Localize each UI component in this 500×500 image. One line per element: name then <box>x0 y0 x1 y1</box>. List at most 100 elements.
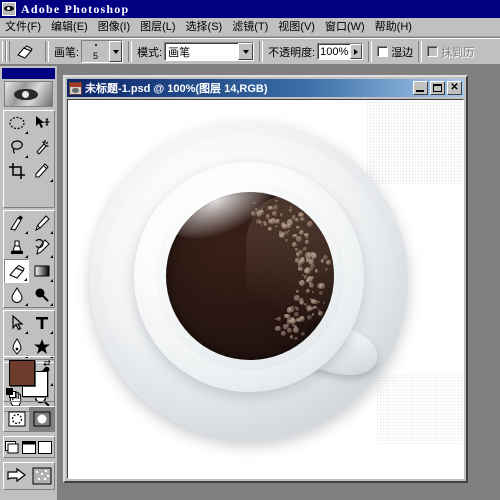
standard-screen-mode-button[interactable] <box>4 437 21 457</box>
move-tool[interactable] <box>29 111 54 135</box>
paintbrush-icon <box>33 214 51 232</box>
application-title: Adobe Photoshop <box>21 2 129 17</box>
opacity-label: 不透明度: <box>268 44 315 60</box>
eye-graphic <box>14 89 38 100</box>
healing-brush-tool[interactable] <box>4 211 29 235</box>
gradient-icon <box>33 262 51 280</box>
menu-item-edit[interactable]: 编辑(E) <box>46 19 93 36</box>
quick-mask-icon <box>33 411 51 427</box>
photoshop-eye-icon[interactable] <box>2 2 16 16</box>
brush-tip-dot <box>95 44 97 46</box>
quick-mask-mode-button[interactable] <box>29 407 54 431</box>
imageready-preview-button[interactable] <box>29 463 54 489</box>
opacity-input[interactable]: 100% <box>317 43 363 60</box>
coffee-cup-top-view <box>68 100 463 478</box>
standard-mode-button[interactable] <box>4 407 29 431</box>
crop-tool[interactable] <box>4 159 29 183</box>
dodge-tool[interactable] <box>29 283 54 307</box>
full-screen-mode-button[interactable] <box>37 437 54 457</box>
toolbox-group-painting <box>3 210 55 308</box>
eraser-icon[interactable] <box>12 41 38 63</box>
waterdrop-icon <box>8 286 26 304</box>
move-arrow-icon <box>33 114 51 132</box>
mode-dropdown-button[interactable] <box>238 43 253 60</box>
options-separator-2 <box>128 41 132 62</box>
tool-more-corner <box>50 255 53 258</box>
toolbox-title-bar[interactable] <box>2 68 55 79</box>
tool-more-corner <box>24 278 27 281</box>
application-title-bar: Adobe Photoshop <box>0 0 500 18</box>
menu-item-view[interactable]: 视图(V) <box>273 19 320 36</box>
tool-more-corner <box>25 331 28 334</box>
brush-dropdown-button[interactable] <box>109 41 122 62</box>
menu-item-file[interactable]: 文件(F) <box>0 19 46 36</box>
toolbox-palette: ⇄ <box>0 66 58 500</box>
menu-item-window[interactable]: 窗口(W) <box>320 19 370 36</box>
slice-tool[interactable] <box>29 159 54 183</box>
tool-more-corner <box>50 231 53 234</box>
mode-select[interactable]: 画笔 <box>164 42 254 61</box>
options-bar-grip[interactable] <box>2 40 9 63</box>
magic-wand-tool[interactable] <box>29 135 54 159</box>
tool-more-corner <box>25 255 28 258</box>
menu-item-layer[interactable]: 图层(L) <box>135 19 180 36</box>
jump-to-group <box>3 462 55 490</box>
options-separator-1 <box>45 41 49 62</box>
mode-label: 模式: <box>137 44 162 60</box>
brush-preset-picker[interactable]: 5 <box>81 40 123 63</box>
document-window: 未标题-1.psd @ 100%(图层 14,RGB) ✕ <box>63 75 468 483</box>
path-selection-tool[interactable] <box>4 311 29 335</box>
document-canvas[interactable] <box>67 99 464 479</box>
menu-bar: 文件(F) 编辑(E) 图像(I) 图层(L) 选择(S) 滤镜(T) 视图(V… <box>0 18 500 37</box>
minimize-icon <box>416 90 424 92</box>
blur-tool[interactable] <box>4 283 29 307</box>
lasso-icon <box>8 138 26 156</box>
brush-tool[interactable] <box>29 211 54 235</box>
swap-arrows-icon[interactable]: ⇄ <box>42 358 52 368</box>
menu-item-help[interactable]: 帮助(H) <box>370 19 417 36</box>
jump-to-imageready-button[interactable] <box>4 463 29 489</box>
canvas-noise-bottom-right <box>377 374 463 444</box>
color-swatches: ⇄ <box>3 356 55 402</box>
lasso-tool[interactable] <box>4 135 29 159</box>
menu-item-select[interactable]: 选择(S) <box>181 19 228 36</box>
maximize-button[interactable] <box>430 81 445 95</box>
clone-stamp-tool[interactable] <box>4 235 29 259</box>
close-button[interactable]: ✕ <box>447 81 462 95</box>
tool-more-corner <box>25 131 28 134</box>
wet-edges-label: 湿边 <box>391 44 413 60</box>
photoshop-eye-banner[interactable] <box>4 81 53 107</box>
maximize-icon <box>433 84 442 92</box>
gradient-tool[interactable] <box>29 259 54 283</box>
eraser-tool[interactable] <box>4 259 29 283</box>
full-screen-icon <box>38 441 52 454</box>
foreground-color-swatch[interactable] <box>9 360 35 386</box>
tool-options-bar: 画笔: 5 模式: 画笔 不透明度: 100% 湿边 抹到历 <box>0 38 500 65</box>
menu-item-filter[interactable]: 滤镜(T) <box>227 19 273 36</box>
canvas-noise-top-right <box>367 100 463 184</box>
wet-edges-checkbox[interactable] <box>377 46 388 57</box>
history-brush-tool[interactable] <box>29 235 54 259</box>
tool-more-corner <box>50 303 53 306</box>
tool-more-corner <box>25 303 28 306</box>
menu-item-image[interactable]: 图像(I) <box>93 19 135 36</box>
healing-brush-icon <box>8 214 26 232</box>
eraser-icon <box>8 262 26 280</box>
full-screen-menubar-button[interactable] <box>21 437 38 457</box>
tool-more-corner <box>25 155 28 158</box>
marquee-tool[interactable] <box>4 111 29 135</box>
tool-more-corner <box>50 279 53 282</box>
default-colors-icon[interactable] <box>6 388 17 399</box>
document-title-bar[interactable]: 未标题-1.psd @ 100%(图层 14,RGB) ✕ <box>67 79 464 97</box>
brush-thumbnail: 5 <box>82 41 109 62</box>
magic-wand-icon <box>33 138 51 156</box>
tool-more-corner <box>50 179 53 182</box>
type-tool[interactable] <box>29 311 54 335</box>
brush-label: 画笔: <box>54 44 79 60</box>
opacity-slider-button[interactable] <box>350 44 362 59</box>
psd-document-icon <box>69 82 82 95</box>
tool-more-corner <box>25 231 28 234</box>
wet-edges-checkbox-wrap[interactable]: 湿边 <box>377 44 413 60</box>
minimize-button[interactable] <box>413 81 428 95</box>
pen-icon <box>8 338 26 356</box>
